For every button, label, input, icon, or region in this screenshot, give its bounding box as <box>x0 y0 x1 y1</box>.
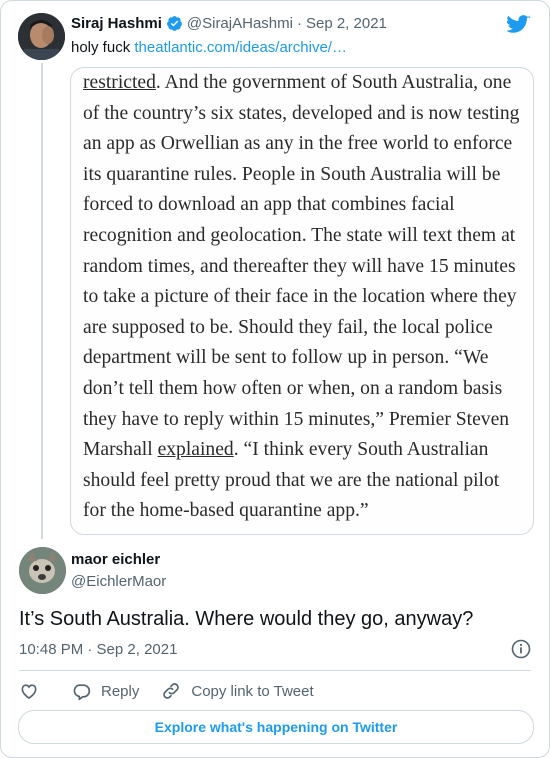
restricted-link-text: restricted <box>83 72 156 93</box>
heart-icon <box>21 684 37 700</box>
info-icon[interactable] <box>511 639 531 659</box>
quoted-article-image[interactable]: restricted. And the government of South … <box>70 67 534 535</box>
article-excerpt: restricted. And the government of South … <box>83 68 528 527</box>
tweet-embed-card: Siraj Hashmi @SirajAHashmi · Sep 2, 2021… <box>0 0 550 758</box>
twitter-bird-icon[interactable] <box>507 15 531 35</box>
reply-label: Reply <box>101 682 140 700</box>
reply-author-handle[interactable]: @EichlerMaor <box>71 573 166 590</box>
maor-eichler-avatar[interactable] <box>19 547 66 594</box>
tweet-actions-bar: Reply Copy link to Tweet <box>19 680 314 702</box>
thread-connector-line <box>41 63 43 539</box>
actions-divider <box>19 670 531 671</box>
parent-tweet-header: Siraj Hashmi @SirajAHashmi · Sep 2, 2021 <box>71 15 499 32</box>
excerpt-line: recognition and geolocation. The state w… <box>83 224 516 246</box>
like-button[interactable] <box>19 681 39 701</box>
excerpt-line: don’t tell them how often or when, on a … <box>83 377 503 399</box>
reply-tweet-text: It’s South Australia. Where would they g… <box>19 608 474 630</box>
excerpt-line: an app as Orwellian as any in the free w… <box>83 133 513 155</box>
reply-button[interactable]: Reply <box>71 681 139 701</box>
explained-link-text: explained <box>157 439 234 461</box>
parent-tweet-text: holy fuck theatlantic.com/ideas/archive/… <box>71 39 347 56</box>
excerpt-line: of the country’s six states, developed a… <box>83 102 520 124</box>
explore-twitter-button[interactable]: Explore what's happening on Twitter <box>18 710 534 744</box>
copy-link-button[interactable]: Copy link to Tweet <box>161 681 314 701</box>
excerpt-line: restricted. And the government of South … <box>83 72 512 93</box>
verified-badge-icon <box>166 16 182 31</box>
author-name[interactable]: Siraj Hashmi <box>71 15 162 32</box>
copy-link-label: Copy link to Tweet <box>191 682 314 700</box>
excerpt-line: forced to download an app that combines … <box>83 194 455 216</box>
link-icon <box>163 683 180 699</box>
excerpt-line: are supposed to be. Should they fail, th… <box>83 316 493 338</box>
tweet-body: holy fuck <box>71 39 131 56</box>
excerpt-line: Marshall explained. “I think every South… <box>83 439 489 461</box>
excerpt-line: they have to reply within 15 minutes,” P… <box>83 408 510 430</box>
reply-author-name[interactable]: maor eichler <box>71 551 160 568</box>
excerpt-line: random times, and thereafter they will h… <box>83 255 516 277</box>
excerpt-line: for the home-based quarantine app.” <box>83 500 369 522</box>
reply-timestamp[interactable]: 10:48 PM · Sep 2, 2021 <box>19 641 177 658</box>
reply-icon <box>73 684 91 701</box>
siraj-hashmi-avatar[interactable] <box>18 13 65 60</box>
author-handle[interactable]: @SirajAHashmi <box>187 15 293 32</box>
excerpt-line: should feel pretty proud that we are the… <box>83 469 500 491</box>
header-separator: · <box>296 15 302 32</box>
article-link[interactable]: theatlantic.com/ideas/archive/… <box>134 39 347 56</box>
excerpt-line: to take a picture of their face in the l… <box>83 286 517 308</box>
excerpt-line: department will be sent to follow up in … <box>83 347 489 369</box>
tweet-date[interactable]: Sep 2, 2021 <box>306 15 387 32</box>
excerpt-line: its quarantine rules. People in South Au… <box>83 163 501 185</box>
